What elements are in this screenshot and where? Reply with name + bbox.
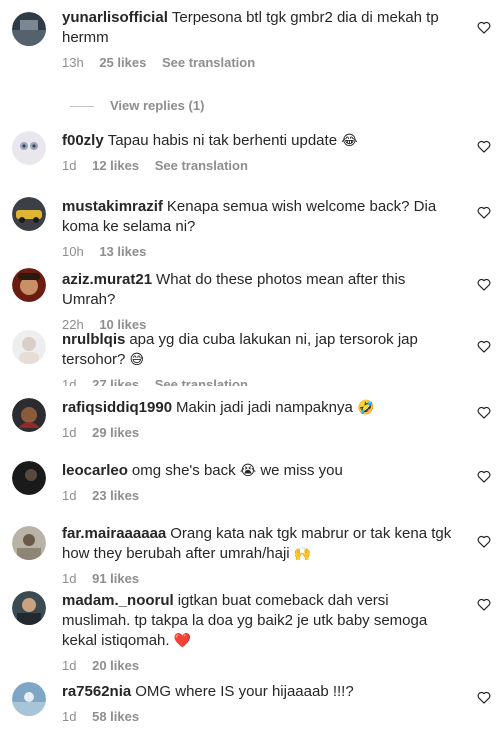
- comment-text: Tapau habis ni tak berhenti update: [107, 132, 338, 149]
- comment-time: 1d: [62, 709, 77, 724]
- like-heart-icon[interactable]: [477, 21, 491, 34]
- comment-text-continued: we miss you: [260, 462, 343, 479]
- comment-item: nrulblqis apa yg dia cuba lakukan ni, jap…: [0, 330, 500, 386]
- like-heart-icon[interactable]: [477, 278, 491, 291]
- like-heart-icon[interactable]: [477, 535, 491, 548]
- avatar[interactable]: [12, 398, 46, 432]
- like-heart-icon[interactable]: [477, 340, 491, 353]
- comment-time: 13h: [62, 55, 84, 70]
- comment-likes[interactable]: 27 likes: [92, 377, 139, 386]
- avatar[interactable]: [12, 461, 46, 495]
- comment-username[interactable]: rafiqsiddiq1990: [62, 399, 172, 416]
- comment-likes[interactable]: 23 likes: [92, 488, 139, 503]
- comment-likes[interactable]: 13 likes: [99, 244, 146, 259]
- comment-likes[interactable]: 25 likes: [99, 55, 146, 70]
- comment-time: 1d: [62, 488, 77, 503]
- emoji: ❤️: [173, 633, 192, 649]
- like-heart-icon[interactable]: [477, 206, 491, 219]
- avatar[interactable]: [12, 526, 46, 560]
- comment-item: far.mairaaaaaa Orang kata nak tgk mabrur …: [0, 524, 500, 583]
- like-heart-icon[interactable]: [477, 406, 491, 419]
- like-heart-icon[interactable]: [477, 140, 491, 153]
- comment-username[interactable]: aziz.murat21: [62, 271, 152, 288]
- comment-likes[interactable]: 12 likes: [92, 158, 139, 173]
- see-translation-link[interactable]: See translation: [155, 158, 248, 173]
- view-replies-button[interactable]: View replies (1): [70, 98, 204, 114]
- comment-username[interactable]: ra7562nia: [62, 683, 131, 700]
- emoji: 😭: [239, 463, 257, 479]
- avatar[interactable]: [12, 682, 46, 716]
- comment-username[interactable]: leocarleo: [62, 462, 128, 479]
- comment-text: omg she's back: [131, 462, 236, 479]
- comment-username[interactable]: f00zly: [62, 132, 104, 149]
- comment-likes[interactable]: 29 likes: [92, 425, 139, 440]
- emoji: 😅: [129, 352, 145, 368]
- comment-likes[interactable]: 58 likes: [92, 709, 139, 724]
- comment-text: OMG where IS your hijaaaab !!!?: [135, 683, 354, 700]
- comment-text: Makin jadi jadi nampaknya: [176, 399, 353, 416]
- avatar[interactable]: [12, 12, 46, 46]
- comment-username[interactable]: far.mairaaaaaa: [62, 525, 166, 542]
- comment-time: 1d: [62, 571, 77, 583]
- emoji: 😂: [341, 133, 358, 149]
- comment-username[interactable]: yunarlisofficial: [62, 9, 168, 26]
- like-heart-icon[interactable]: [477, 691, 491, 704]
- replies-divider: [70, 106, 94, 108]
- view-replies-label: View replies (1): [110, 98, 205, 113]
- comment-username[interactable]: madam._noorul: [62, 592, 174, 609]
- comment-time: 1d: [62, 377, 77, 386]
- see-translation-link[interactable]: See translation: [155, 377, 248, 386]
- like-heart-icon[interactable]: [477, 470, 491, 483]
- emoji: 🤣: [356, 400, 375, 416]
- emoji: 🙌: [293, 546, 312, 562]
- comment-time: 1d: [62, 158, 77, 173]
- avatar[interactable]: [12, 131, 46, 165]
- comment-time: 10h: [62, 244, 84, 259]
- comment-username[interactable]: mustakimrazif: [62, 198, 163, 215]
- comment-username[interactable]: nrulblqis: [62, 331, 125, 348]
- comment-likes[interactable]: 91 likes: [92, 571, 139, 583]
- avatar[interactable]: [12, 591, 46, 625]
- see-translation-link[interactable]: See translation: [162, 55, 255, 70]
- avatar[interactable]: [12, 330, 46, 364]
- comment-time: 1d: [62, 425, 77, 440]
- avatar[interactable]: [12, 197, 46, 231]
- like-heart-icon[interactable]: [477, 598, 491, 611]
- comment-likes[interactable]: 20 likes: [92, 658, 139, 673]
- avatar[interactable]: [12, 268, 46, 302]
- comment-time: 1d: [62, 658, 77, 673]
